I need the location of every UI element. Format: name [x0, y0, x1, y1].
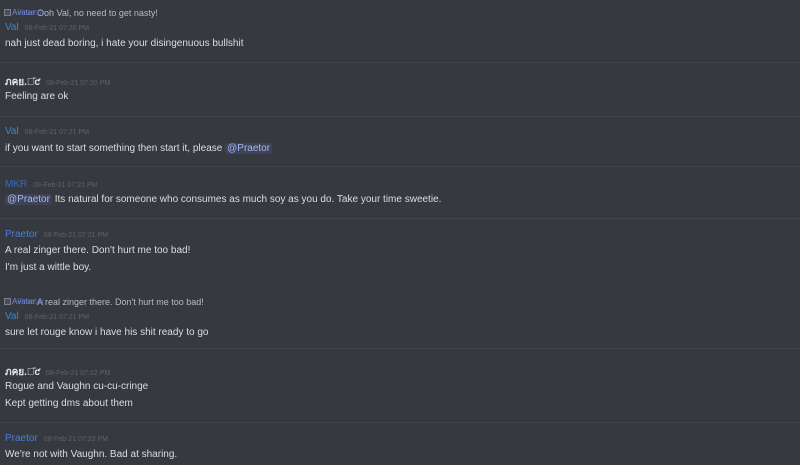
- avatar-broken-image-icon: Praetor Avatar: [4, 8, 44, 18]
- message-text-part: Its natural for someone who consumes as …: [51, 194, 442, 205]
- message-text: Rogue and Vaughn cu-cu-cringe: [5, 381, 149, 392]
- message-timestamp: 08-Feb-21 07:21 PM: [33, 182, 98, 189]
- message: Praetor Avatar A real zinger there. Don'…: [0, 288, 800, 348]
- message-text: I'm just a wittle boy.: [5, 262, 92, 273]
- reply-preview[interactable]: Praetor Avatar Ooh Val, no need to get n…: [4, 6, 158, 20]
- avatar-broken-image-icon: Praetor Avatar: [4, 297, 44, 307]
- reply-preview[interactable]: Praetor Avatar A real zinger there. Don'…: [4, 295, 204, 309]
- message-author[interactable]: Praetor: [5, 433, 38, 444]
- user-mention[interactable]: @Praetor: [225, 143, 273, 154]
- avatar-alt-text: Avatar: [12, 8, 35, 17]
- message: Praetor 08-Feb-21 07:21 PM A real zinger…: [0, 218, 800, 288]
- avatar-alt-text: Avatar: [12, 297, 35, 306]
- message: Praetor Avatar Ooh Val, no need to get n…: [0, 0, 800, 62]
- message-timestamp: 08-Feb-21 07:21 PM: [24, 314, 89, 321]
- message-text: sure let rouge know i have his shit read…: [5, 327, 209, 338]
- message: MKR 08-Feb-21 07:21 PM @Praetor Its natu…: [0, 166, 800, 218]
- message-author[interactable]: MKR: [5, 179, 27, 190]
- message-timestamp: 08-Feb-21 07:20 PM: [45, 80, 111, 87]
- message: Praetor 08-Feb-21 07:23 PM We're not wit…: [0, 422, 800, 465]
- message-author[interactable]: ภคย.ภ̄ƈ: [5, 365, 40, 380]
- message-author[interactable]: ภคย.ภ̄ƈ: [5, 75, 40, 90]
- message-timestamp: 08-Feb-21 07:20 PM: [24, 25, 89, 32]
- message-author[interactable]: Val: [5, 311, 19, 322]
- message-text: Kept getting dms about them: [5, 398, 133, 409]
- user-mention[interactable]: @Praetor: [5, 194, 52, 205]
- message: ภคย.ภ̄ƈ 08-Feb-21 07:20 PM Feeling are o…: [0, 62, 800, 116]
- message-text: if you want to start something then star…: [5, 142, 273, 156]
- message-text-part: if you want to start something then star…: [5, 143, 226, 154]
- message-text: A real zinger there. Don't hurt me too b…: [5, 245, 191, 256]
- message-timestamp: 08-Feb-21 07:23 PM: [43, 436, 108, 443]
- message-text: Feeling are ok: [5, 91, 69, 102]
- message-text: @Praetor Its natural for someone who con…: [5, 193, 441, 207]
- message-timestamp: 08-Feb-21 07:21 PM: [43, 232, 108, 239]
- reply-text: A real zinger there. Don't hurt me too b…: [37, 297, 204, 307]
- message: Val 08-Feb-21 07:21 PM if you want to st…: [0, 116, 800, 166]
- message-author[interactable]: Val: [5, 22, 19, 33]
- message-author[interactable]: Val: [5, 126, 19, 137]
- message-author[interactable]: Praetor: [5, 229, 38, 240]
- message-text: We're not with Vaughn. Bad at sharing.: [5, 449, 178, 460]
- message-timestamp: 08-Feb-21 07:21 PM: [24, 129, 89, 136]
- reply-text: Ooh Val, no need to get nasty!: [37, 8, 158, 18]
- chat-log: Praetor Avatar Ooh Val, no need to get n…: [0, 0, 800, 465]
- message-text: nah just dead boring, i hate your dising…: [5, 38, 244, 49]
- message-timestamp: 08-Feb-21 07:22 PM: [45, 370, 111, 377]
- message: ภคย.ภ̄ƈ 08-Feb-21 07:22 PM Rogue and Vau…: [0, 348, 800, 422]
